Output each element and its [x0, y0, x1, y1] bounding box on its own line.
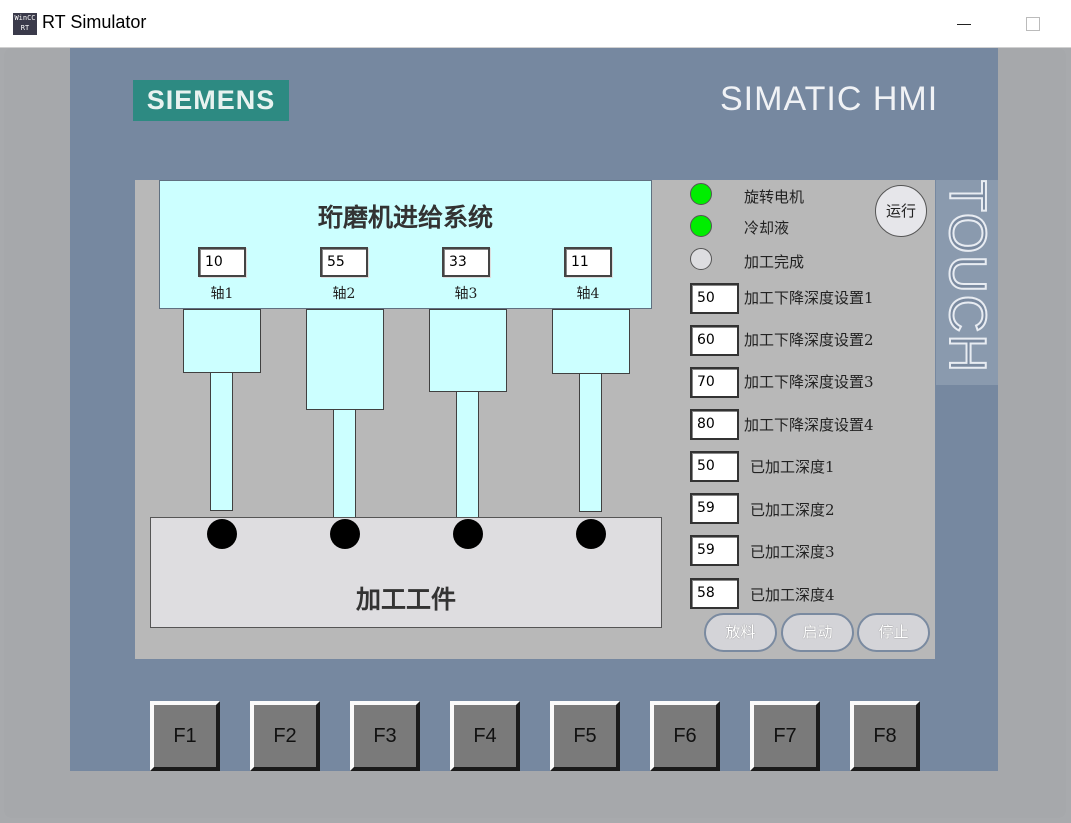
- actual-depth-4-label: 已加工深度4: [750, 586, 835, 604]
- touch-label: TOUCH: [937, 179, 997, 375]
- f1-key[interactable]: F1: [150, 701, 220, 771]
- rotary-motor-lamp: [690, 183, 712, 205]
- setpoint-3-field[interactable]: 70: [690, 367, 739, 398]
- setpoint-3-label: 加工下降深度设置3: [744, 373, 874, 391]
- actual-depth-4-field: 58: [690, 578, 739, 609]
- window-title: RT Simulator: [42, 12, 147, 32]
- axis-1-label: 轴1: [210, 286, 234, 302]
- axis-1-value[interactable]: 10: [198, 247, 246, 277]
- setpoint-4-label: 加工下降深度设置4: [744, 416, 874, 434]
- coolant-lamp: [690, 215, 712, 237]
- simatic-hmi-label: SIMATIC HMI: [720, 80, 939, 118]
- axis-4-label: 轴4: [576, 286, 600, 302]
- actual-depth-1-field: 50: [690, 451, 739, 482]
- title-bar: WinCC RT RT Simulator: [0, 0, 1071, 48]
- axis-3-cylinder: [429, 309, 507, 392]
- f3-key[interactable]: F3: [350, 701, 420, 771]
- actual-depth-1-label: 已加工深度1: [750, 458, 835, 476]
- siemens-logo: SIEMENS: [133, 80, 289, 121]
- actual-depth-3-field: 59: [690, 535, 739, 566]
- axis-3-rod: [456, 391, 479, 520]
- f4-key[interactable]: F4: [450, 701, 520, 771]
- axis-3-tool-dot: [453, 519, 483, 549]
- axis-4-rod: [579, 373, 602, 512]
- processing-done-lamp: [690, 248, 712, 270]
- axis-2-label: 轴2: [332, 286, 356, 302]
- workpiece-label: 加工工件: [355, 585, 456, 614]
- rotary-motor-label: 旋转电机: [744, 188, 805, 206]
- f7-key[interactable]: F7: [750, 701, 820, 771]
- axis-2-tool-dot: [330, 519, 360, 549]
- run-button[interactable]: 运行: [875, 185, 927, 237]
- actual-depth-2-label: 已加工深度2: [750, 501, 835, 519]
- setpoint-1-label: 加工下降深度设置1: [744, 289, 874, 307]
- axis-2-cylinder: [306, 309, 384, 410]
- axis-1-tool-dot: [207, 519, 237, 549]
- actual-depth-2-field: 59: [690, 493, 739, 524]
- setpoint-1-field[interactable]: 50: [690, 283, 739, 314]
- f8-key[interactable]: F8: [850, 701, 920, 771]
- axis-4-value[interactable]: 11: [564, 247, 612, 277]
- stop-button[interactable]: 停止: [857, 613, 930, 652]
- coolant-label: 冷却液: [744, 219, 790, 237]
- setpoint-2-label: 加工下降深度设置2: [744, 331, 874, 349]
- setpoint-4-field[interactable]: 80: [690, 409, 739, 440]
- minimize-button[interactable]: [948, 10, 980, 38]
- f5-key[interactable]: F5: [550, 701, 620, 771]
- actual-depth-3-label: 已加工深度3: [750, 543, 835, 561]
- axis-3-value[interactable]: 33: [442, 247, 490, 277]
- axis-4-cylinder: [552, 309, 630, 374]
- setpoint-2-field[interactable]: 60: [690, 325, 739, 356]
- system-title: 珩磨机进给系统: [317, 203, 493, 232]
- maximize-button[interactable]: [1020, 10, 1052, 38]
- touch-strip: TOUCH: [936, 179, 998, 385]
- wincc-rt-icon: WinCC RT: [13, 13, 37, 35]
- f6-key[interactable]: F6: [650, 701, 720, 771]
- f2-key[interactable]: F2: [250, 701, 320, 771]
- axis-1-rod: [210, 372, 233, 511]
- discharge-button[interactable]: 放料: [704, 613, 777, 652]
- start-button[interactable]: 启动: [781, 613, 854, 652]
- axis-4-tool-dot: [576, 519, 606, 549]
- axis-1-cylinder: [183, 309, 261, 373]
- axis-2-value[interactable]: 55: [320, 247, 368, 277]
- axis-3-label: 轴3: [454, 286, 478, 302]
- processing-done-label: 加工完成: [744, 253, 805, 271]
- axis-2-rod: [333, 409, 356, 520]
